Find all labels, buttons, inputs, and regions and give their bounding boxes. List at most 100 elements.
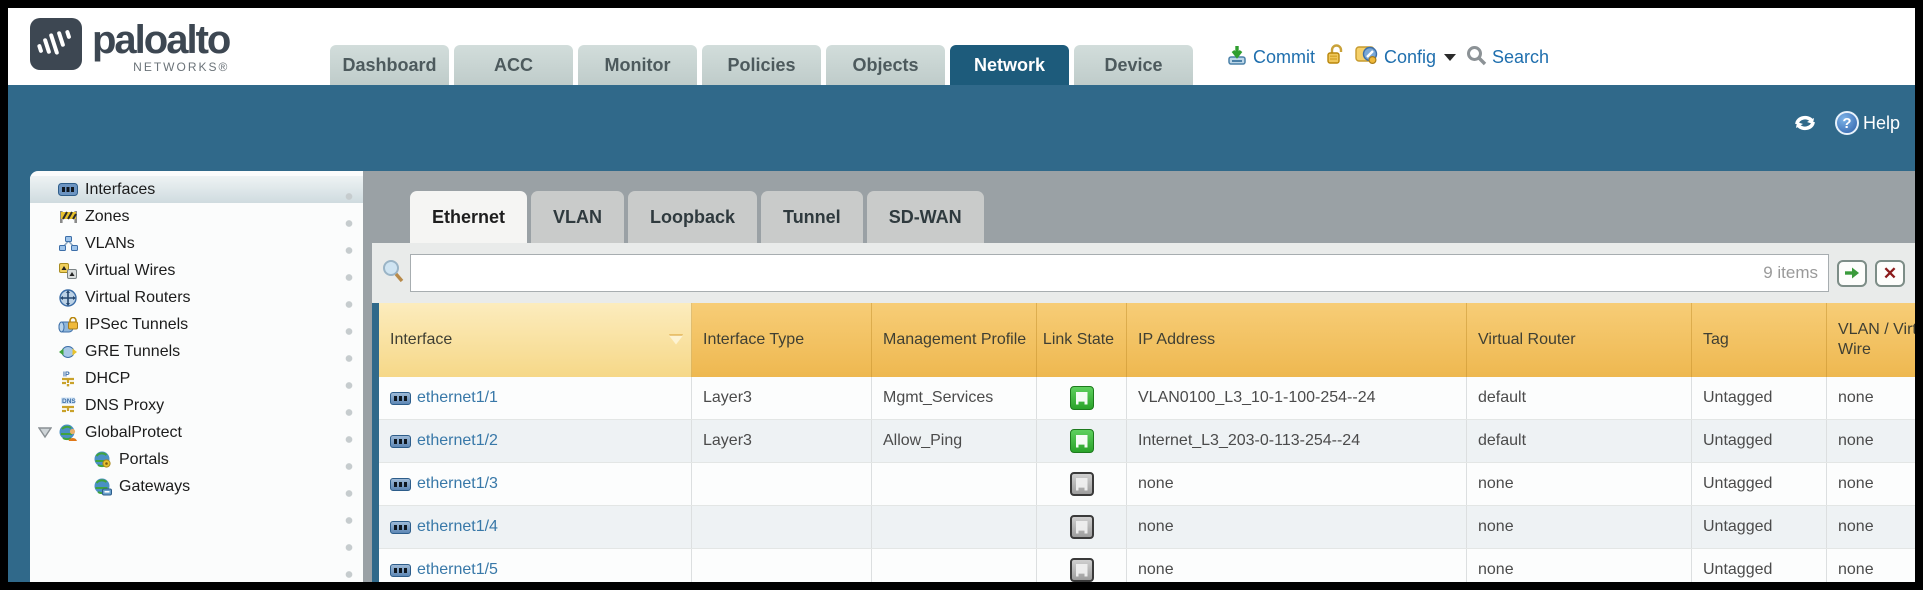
lock-icon[interactable] — [1325, 44, 1345, 71]
column-header-tag[interactable]: Tag — [1692, 303, 1827, 377]
portals-icon — [92, 451, 112, 469]
link-state-icon[interactable] — [1070, 558, 1094, 582]
cell-interface-type: Layer3 — [692, 420, 872, 462]
column-header-vlan-wire[interactable]: VLAN / Virtual Wire — [1827, 303, 1915, 377]
ethernet-interface-icon — [390, 435, 411, 448]
cell-management-profile — [872, 506, 1037, 548]
paloalto-logo[interactable]: paloalto NETWORKS® — [30, 18, 229, 74]
tab-tunnel[interactable]: Tunnel — [761, 191, 863, 243]
clear-filter-button[interactable]: ✕ — [1875, 260, 1905, 287]
expand-caret-icon[interactable] — [38, 426, 52, 440]
sidebar-item-portals[interactable]: Portals — [30, 446, 363, 473]
ethernet-interface-icon — [390, 478, 411, 491]
interface-link[interactable]: ethernet1/3 — [390, 475, 498, 493]
table-row: ethernet1/3 none none Untagged none — [379, 463, 1915, 506]
tab-sdwan[interactable]: SD-WAN — [867, 191, 984, 243]
cell-tag: Untagged — [1692, 549, 1827, 582]
zones-icon — [58, 208, 78, 226]
link-state-icon[interactable] — [1070, 386, 1094, 410]
column-header-virtual-router[interactable]: Virtual Router — [1467, 303, 1692, 377]
column-header-management-profile[interactable]: Management Profile — [872, 303, 1037, 377]
sidebar-item-virtual-routers[interactable]: Virtual Routers — [30, 284, 363, 311]
nav-tab-dashboard[interactable]: Dashboard — [330, 45, 449, 85]
sidebar-item-label: Gateways — [119, 478, 190, 496]
table-row: ethernet1/4 none none Untagged none — [379, 506, 1915, 549]
nav-tab-acc[interactable]: ACC — [454, 45, 573, 85]
cell-vlan-wire: none — [1827, 549, 1915, 582]
nav-tab-network[interactable]: Network — [950, 45, 1069, 85]
splitter[interactable] — [363, 171, 372, 582]
refresh-icon[interactable] — [1791, 111, 1819, 135]
item-count: 9 items — [1763, 263, 1818, 283]
cell-management-profile — [872, 549, 1037, 582]
table-row: ethernet1/5 none none Untagged none — [379, 549, 1915, 582]
sidebar-item-label: Zones — [85, 208, 129, 226]
vlans-icon — [58, 235, 78, 253]
sidebar-item-interfaces[interactable]: Interfaces — [30, 176, 363, 203]
apply-filter-button[interactable] — [1837, 260, 1867, 287]
tab-vlan[interactable]: VLAN — [531, 191, 624, 243]
link-state-icon[interactable] — [1070, 515, 1094, 539]
cell-tag: Untagged — [1692, 506, 1827, 548]
commit-button[interactable]: Commit — [1226, 44, 1315, 71]
interface-link[interactable]: ethernet1/2 — [390, 432, 498, 450]
nav-tab-monitor[interactable]: Monitor — [578, 45, 697, 85]
header-actions: Commit Con — [1226, 44, 1549, 71]
cell-ip-address: none — [1127, 549, 1467, 582]
sidebar-item-vlans[interactable]: VLANs — [30, 230, 363, 257]
top-header: paloalto NETWORKS® Dashboard ACC Monitor… — [8, 8, 1915, 85]
cell-virtual-router: default — [1467, 420, 1692, 462]
gre-tunnels-icon — [58, 343, 78, 361]
interfaces-icon — [58, 181, 78, 199]
help-icon: ? — [1835, 111, 1859, 135]
cell-ip-address: none — [1127, 506, 1467, 548]
nav-tab-objects[interactable]: Objects — [826, 45, 945, 85]
interface-link[interactable]: ethernet1/5 — [390, 561, 498, 579]
cell-ip-address: Internet_L3_203-0-113-254--24 — [1127, 420, 1467, 462]
svg-text:DNS: DNS — [62, 398, 76, 405]
sidebar-item-gre-tunnels[interactable]: GRE Tunnels — [30, 338, 363, 365]
column-header-ip-address[interactable]: IP Address — [1127, 303, 1467, 377]
dns-proxy-icon: DNS — [58, 397, 78, 415]
column-header-link-state[interactable]: Link State — [1037, 303, 1127, 377]
sidebar-item-label: Interfaces — [85, 181, 155, 199]
sidebar-item-globalprotect[interactable]: GlobalProtect — [30, 419, 363, 446]
help-button[interactable]: ? Help — [1835, 111, 1900, 135]
cell-vlan-wire: none — [1827, 463, 1915, 505]
virtual-wires-icon — [58, 262, 78, 280]
tab-ethernet[interactable]: Ethernet — [410, 191, 527, 243]
interface-link[interactable]: ethernet1/4 — [390, 518, 498, 536]
cell-interface-type — [692, 506, 872, 548]
column-menu-caret-icon[interactable] — [669, 336, 683, 345]
link-state-icon[interactable] — [1070, 472, 1094, 496]
sidebar-item-virtual-wires[interactable]: Virtual Wires — [30, 257, 363, 284]
sidebar-item-dhcp[interactable]: IP DHCP — [30, 365, 363, 392]
filter-search-icon[interactable] — [382, 259, 404, 288]
search-label: Search — [1492, 47, 1549, 68]
table-header-row: Interface Interface Type Management Prof… — [379, 303, 1915, 377]
filter-input[interactable] — [421, 255, 1755, 291]
interface-link[interactable]: ethernet1/1 — [390, 389, 498, 407]
nav-tab-policies[interactable]: Policies — [702, 45, 821, 85]
interfaces-table: Interface Interface Type Management Prof… — [379, 303, 1915, 582]
config-label: Config — [1384, 47, 1436, 68]
sidebar-item-gateways[interactable]: Gateways — [30, 473, 363, 500]
column-header-interface[interactable]: Interface — [379, 303, 692, 377]
nav-tab-device[interactable]: Device — [1074, 45, 1193, 85]
app-window: paloalto NETWORKS® Dashboard ACC Monitor… — [8, 8, 1915, 582]
sidebar-item-zones[interactable]: Zones — [30, 203, 363, 230]
cell-tag: Untagged — [1692, 463, 1827, 505]
config-button[interactable]: Config — [1355, 44, 1456, 71]
cell-interface-type — [692, 463, 872, 505]
cell-virtual-router: none — [1467, 549, 1692, 582]
cell-ip-address: VLAN0100_L3_10-1-100-254--24 — [1127, 377, 1467, 419]
link-state-icon[interactable] — [1070, 429, 1094, 453]
column-header-interface-type[interactable]: Interface Type — [692, 303, 872, 377]
search-button[interactable]: Search — [1466, 45, 1549, 71]
tab-loopback[interactable]: Loopback — [628, 191, 757, 243]
cell-virtual-router: none — [1467, 463, 1692, 505]
sidebar-resize-handle[interactable] — [343, 175, 355, 582]
sidebar-item-dns-proxy[interactable]: DNS DNS Proxy — [30, 392, 363, 419]
sidebar-item-ipsec-tunnels[interactable]: IPSec Tunnels — [30, 311, 363, 338]
dhcp-icon: IP — [58, 370, 78, 388]
